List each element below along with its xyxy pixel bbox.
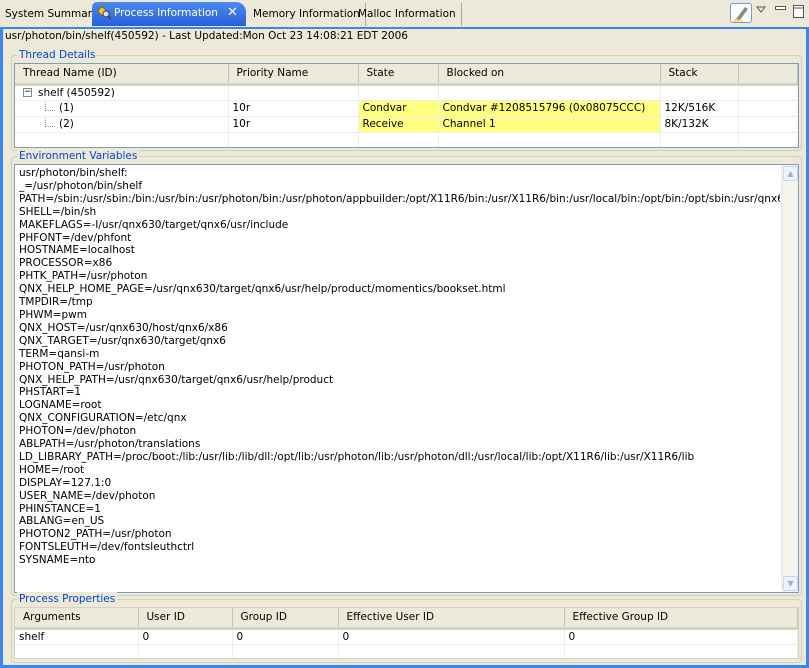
thread-details-table[interactable]: Thread Name (ID) Priority Name State Blo…: [14, 63, 799, 148]
empty-row: [15, 132, 798, 147]
column-group-id[interactable]: Group ID: [232, 608, 339, 630]
tab-label: System Summary: [5, 8, 99, 20]
environment-variables-text-area[interactable]: usr/photon/bin/shelf: _=/usr/photon/bin/…: [14, 164, 799, 593]
maximize-icon[interactable]: [793, 5, 805, 19]
table-row[interactable]: (1) 10r Condvar Condvar #1208515796 (0x0…: [15, 100, 798, 117]
tab-label: Malloc Information: [358, 8, 456, 20]
view-menu-chevron-down-icon[interactable]: [756, 6, 766, 14]
priority-cell: 10r: [228, 116, 359, 133]
process-properties-title: Process Properties: [17, 592, 118, 606]
process-properties-table[interactable]: Arguments User ID Group ID Effective Use…: [14, 607, 799, 659]
thread-name: (2): [59, 118, 74, 130]
scroll-up-icon[interactable]: ▲: [783, 166, 798, 181]
tab-label: Memory Information: [253, 8, 360, 20]
thread-details-title: Thread Details: [17, 48, 98, 62]
user-id-cell: 0: [138, 628, 233, 645]
editor-tab-bar: System Summary Process Information ✕ Mem…: [0, 0, 809, 27]
empty-cell: [660, 84, 739, 101]
empty-cell: [564, 644, 798, 658]
tree-connector: [45, 118, 55, 127]
tab-malloc-information[interactable]: Malloc Information: [353, 3, 462, 26]
properties-table: Arguments User ID Group ID Effective Use…: [15, 608, 798, 658]
empty-cell: [738, 132, 798, 147]
column-effective-user-id[interactable]: Effective User ID: [338, 608, 565, 630]
empty-cell: [228, 84, 359, 101]
thread-name-cell: (2): [15, 116, 229, 133]
thread-name-cell: (1): [15, 100, 229, 117]
column-arguments[interactable]: Arguments: [15, 608, 139, 630]
empty-cell: [138, 644, 233, 658]
blocked-on-cell: Channel 1: [438, 116, 661, 133]
empty-cell: [738, 116, 798, 133]
column-priority-name[interactable]: Priority Name: [228, 64, 359, 86]
empty-cell: [232, 644, 339, 658]
process-properties-group: Process Properties Arguments User ID Gro…: [11, 592, 802, 663]
highlight-button[interactable]: [730, 3, 752, 23]
process-name: shelf (450592): [38, 86, 115, 99]
collapse-toggle-icon[interactable]: −: [23, 88, 32, 97]
thread-table: Thread Name (ID) Priority Name State Blo…: [15, 64, 798, 147]
minimize-icon[interactable]: [775, 6, 787, 12]
vertical-scrollbar[interactable]: ▲ ▼: [781, 165, 798, 592]
group-id-cell: 0: [232, 628, 339, 645]
column-blocked-on[interactable]: Blocked on: [438, 64, 661, 86]
column-user-id[interactable]: User ID: [138, 608, 233, 630]
thread-name: (1): [59, 102, 74, 114]
empty-cell: [228, 132, 359, 147]
table-row[interactable]: shelf 0 0 0 0: [15, 628, 798, 645]
environment-variables-group: Environment Variables usr/photon/bin/she…: [11, 149, 802, 596]
empty-cell: [738, 84, 798, 101]
state-cell: Condvar: [358, 100, 439, 117]
empty-cell: [358, 132, 439, 147]
column-effective-group-id[interactable]: Effective Group ID: [564, 608, 798, 630]
column-filler: [738, 64, 798, 86]
empty-cell: [15, 132, 229, 147]
state-cell: Receive: [358, 116, 439, 133]
empty-cell: [438, 84, 661, 101]
tab-memory-information[interactable]: Memory Information: [248, 3, 366, 26]
empty-cell: [15, 644, 139, 658]
tree-connector: [45, 102, 55, 111]
priority-cell: 10r: [228, 100, 359, 117]
empty-cell: [338, 644, 565, 658]
empty-cell: [358, 84, 439, 101]
process-information-view: usr/photon/bin/shelf(450592) - Last Upda…: [0, 27, 809, 668]
effective-user-id-cell: 0: [338, 628, 565, 645]
stack-cell: 12K/516K: [660, 100, 739, 117]
empty-cell: [738, 100, 798, 117]
tab-process-information[interactable]: Process Information ✕: [92, 2, 246, 26]
table-row[interactable]: (2) 10r Receive Channel 1 8K/132K: [15, 116, 798, 133]
tab-system-summary[interactable]: System Summary: [0, 3, 105, 26]
empty-cell: [438, 132, 661, 147]
thread-table-header: Thread Name (ID) Priority Name State Blo…: [15, 64, 798, 86]
close-tab-icon[interactable]: ✕: [227, 2, 238, 24]
effective-group-id-cell: 0: [564, 628, 798, 645]
column-state[interactable]: State: [358, 64, 439, 86]
table-row-process[interactable]: − shelf (450592): [15, 84, 798, 101]
environment-variables-title: Environment Variables: [17, 149, 140, 163]
column-thread-name[interactable]: Thread Name (ID): [15, 64, 229, 86]
thread-details-group: Thread Details Thread Name (ID) Priority…: [11, 48, 802, 151]
process-tree-node[interactable]: − shelf (450592): [15, 84, 229, 101]
process-search-icon: [98, 7, 111, 20]
stack-cell: 8K/132K: [660, 116, 739, 133]
scroll-down-icon[interactable]: ▼: [783, 576, 798, 591]
environment-variables-text: usr/photon/bin/shelf: _=/usr/photon/bin/…: [19, 167, 780, 567]
properties-table-header: Arguments User ID Group ID Effective Use…: [15, 608, 798, 630]
pen-highlighter-icon: [733, 7, 748, 22]
empty-cell: [660, 132, 739, 147]
tab-label: Process Information: [114, 7, 218, 19]
column-stack[interactable]: Stack: [660, 64, 739, 86]
blocked-on-cell: Condvar #1208515796 (0x08075CCC): [438, 100, 661, 117]
empty-row: [15, 644, 798, 658]
process-status-line: usr/photon/bin/shelf(450592) - Last Upda…: [5, 30, 408, 42]
arguments-cell: shelf: [15, 628, 139, 645]
